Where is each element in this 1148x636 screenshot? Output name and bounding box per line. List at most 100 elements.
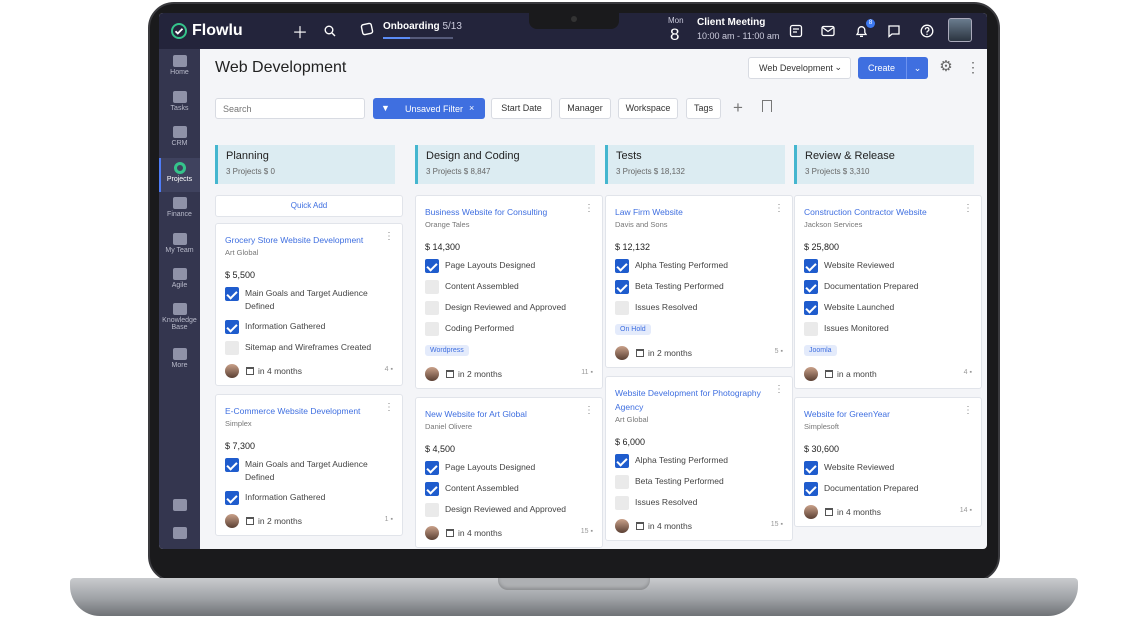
project-card[interactable]: New Website for Art Global ⋮ Daniel Oliver… [415,397,603,548]
card-title[interactable]: Website Development for Photography Agen… [615,386,783,414]
checkbox[interactable] [804,482,818,496]
card-menu-icon[interactable]: ⋮ [774,204,784,214]
checkbox[interactable] [425,280,439,294]
card-menu-icon[interactable]: ⋮ [584,204,594,214]
search-icon[interactable] [321,22,339,40]
checkbox[interactable] [425,322,439,336]
comment-count[interactable]: 5 [775,348,783,355]
sidebar-item-more[interactable]: More [159,344,200,378]
sidebar-item-agile[interactable]: Agile [159,264,200,298]
comment-count[interactable]: 4 [964,369,972,376]
avatar[interactable] [225,364,239,378]
avatar[interactable] [425,526,439,540]
card-title[interactable]: New Website for Art Global [425,407,593,421]
create-dropdown-chevron-icon[interactable]: ⌄ [906,57,928,79]
close-icon[interactable]: × [469,103,474,113]
onboarding-widget[interactable]: Onboarding 5/13 [359,19,469,47]
card-menu-icon[interactable]: ⋮ [963,204,973,214]
board-settings-gear-icon[interactable]: ⚙ [937,58,955,76]
filter-tags-button[interactable]: Tags [686,98,721,119]
checkbox[interactable] [804,461,818,475]
card-tag[interactable]: Wordpress [425,345,469,356]
checkbox[interactable] [225,287,239,301]
project-card[interactable]: Law Firm Website ⋮ Davis and Sons $ 12,132 A… [605,195,793,368]
project-card[interactable]: Grocery Store Website Development ⋮ Art Gl… [215,223,403,386]
sidebar-item-projects[interactable]: Projects [159,158,200,192]
sidebar-settings-icon[interactable] [159,523,200,545]
checkbox[interactable] [425,482,439,496]
checkbox[interactable] [615,454,629,468]
add-icon[interactable]: ＋ [291,22,309,42]
checkbox[interactable] [425,301,439,315]
checkbox[interactable] [615,496,629,510]
comment-count[interactable]: 11 [581,369,593,376]
card-tag[interactable]: On Hold [615,324,651,335]
checkbox[interactable] [425,259,439,273]
card-title[interactable]: Website for GreenYear [804,407,972,421]
card-title[interactable]: Grocery Store Website Development [225,233,393,247]
filter-manager-button[interactable]: Manager [559,98,611,119]
column-header[interactable]: Design and Coding 3 Projects $ 8,847 [415,145,595,184]
avatar[interactable] [425,367,439,381]
comment-count[interactable]: 14 [960,507,972,514]
checkbox[interactable] [225,458,239,472]
card-title[interactable]: Law Firm Website [615,205,783,219]
checkbox[interactable] [804,259,818,273]
app-logo[interactable]: Flowlu [171,22,243,40]
filter-start-date-button[interactable]: Start Date [491,98,552,119]
filter-workspace-button[interactable]: Workspace [618,98,678,119]
checkbox[interactable] [615,301,629,315]
project-select[interactable]: Web Development ⌄ [748,57,851,79]
checkbox[interactable] [804,322,818,336]
checkbox[interactable] [225,491,239,505]
project-card[interactable]: Business Website for Consulting ⋮ Orange T… [415,195,603,389]
checkbox[interactable] [804,280,818,294]
card-title[interactable]: Business Website for Consulting [425,205,593,219]
comment-count[interactable]: 4 [385,366,393,373]
checkbox[interactable] [615,475,629,489]
mail-icon[interactable] [819,22,837,40]
avatar[interactable] [804,505,818,519]
avatar[interactable] [804,367,818,381]
chat-icon[interactable] [885,22,903,40]
card-menu-icon[interactable]: ⋮ [963,406,973,416]
avatar[interactable] [615,346,629,360]
search-input[interactable] [215,98,365,119]
checkbox[interactable] [225,320,239,334]
card-menu-icon[interactable]: ⋮ [584,406,594,416]
avatar[interactable] [225,514,239,528]
sidebar-item-tasks[interactable]: Tasks [159,87,200,121]
create-button[interactable]: Create ⌄ [858,57,928,79]
checkbox[interactable] [425,461,439,475]
sidebar-item-crm[interactable]: CRM [159,122,200,156]
checkbox[interactable] [615,280,629,294]
project-card[interactable]: Construction Contractor Website ⋮ Jackson … [794,195,982,389]
sidebar-item-knowledge-base[interactable]: Knowledge Base [159,299,200,339]
comment-count[interactable]: 15 [581,528,593,535]
card-title[interactable]: E-Commerce Website Development [225,404,393,418]
card-menu-icon[interactable]: ⋮ [384,403,394,413]
comment-count[interactable]: 15 [771,521,783,528]
card-tag[interactable]: Joomla [804,345,837,356]
help-icon[interactable] [918,22,936,40]
sidebar-item-home[interactable]: Home [159,51,200,85]
comment-count[interactable]: 1 [385,516,393,523]
project-card[interactable]: E-Commerce Website Development ⋮ Simplex $ … [215,394,403,536]
column-header[interactable]: Review & Release 3 Projects $ 3,310 [794,145,974,184]
checkbox[interactable] [804,301,818,315]
checkbox[interactable] [615,259,629,273]
checkbox[interactable] [425,503,439,517]
sidebar-item-my-team[interactable]: My Team [159,229,200,263]
sidebar-item-finance[interactable]: Finance [159,193,200,227]
project-card[interactable]: Website Development for Photography Agen… [605,376,793,541]
project-card[interactable]: Website for GreenYear ⋮ Simplesoft $ 30,600… [794,397,982,527]
column-header[interactable]: Planning 3 Projects $ 0 [215,145,395,184]
card-menu-icon[interactable]: ⋮ [384,232,394,242]
meeting-widget[interactable]: Mon 8 Client Meeting 10:00 am - 11:00 am [665,16,785,46]
bookmark-icon[interactable] [762,100,772,112]
add-filter-plus-icon[interactable]: + [733,97,743,119]
card-title[interactable]: Construction Contractor Website [804,205,972,219]
more-options-icon[interactable]: ⋮ [966,58,980,76]
sidebar-support-icon[interactable] [159,495,200,517]
user-avatar[interactable] [948,18,972,42]
